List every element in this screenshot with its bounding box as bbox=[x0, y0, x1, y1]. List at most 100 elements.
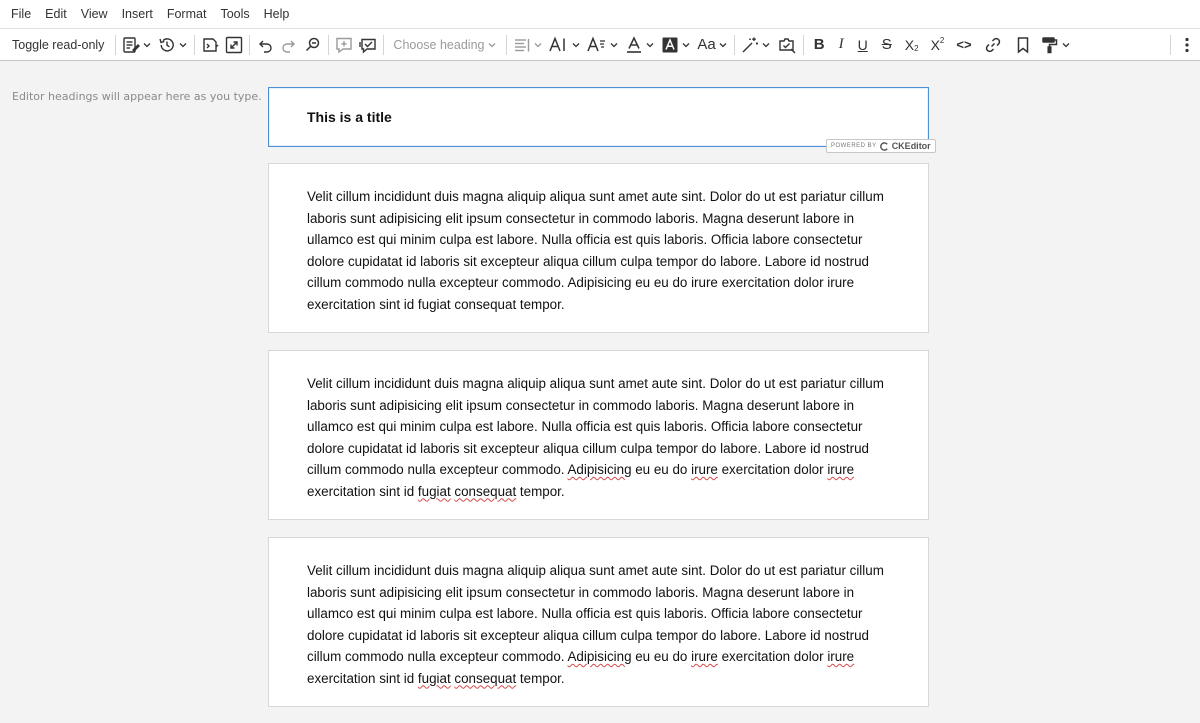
menu-help[interactable]: Help bbox=[257, 0, 297, 28]
editor-paragraph[interactable]: Velit cillum incididunt duis magna aliqu… bbox=[307, 373, 897, 502]
strikethrough-button[interactable]: S bbox=[875, 32, 899, 58]
history-icon bbox=[159, 37, 175, 52]
ai-assistant-button[interactable] bbox=[198, 32, 222, 58]
fullscreen-icon bbox=[226, 36, 243, 53]
editor-page[interactable]: Velit cillum incididunt duis magna aliqu… bbox=[268, 163, 929, 333]
fullscreen-button[interactable] bbox=[222, 32, 246, 58]
paragraph-text: tempor. bbox=[516, 670, 565, 686]
font-size-icon bbox=[549, 35, 566, 51]
text-case-button[interactable]: Aa bbox=[694, 32, 730, 58]
superscript-button[interactable]: X2 bbox=[925, 32, 951, 58]
heading-dropdown[interactable]: Choose heading bbox=[387, 32, 503, 58]
ai-commands-icon bbox=[203, 37, 219, 52]
chevron-down-icon bbox=[682, 42, 690, 47]
editor-title-block[interactable]: This is a title bbox=[268, 87, 929, 147]
menu-insert[interactable]: Insert bbox=[115, 0, 160, 28]
align-left-icon bbox=[515, 38, 530, 51]
subscript-button[interactable]: X2 bbox=[899, 32, 925, 58]
underline-button[interactable]: U bbox=[851, 32, 875, 58]
chevron-down-icon bbox=[719, 42, 727, 47]
font-size-button[interactable] bbox=[546, 32, 584, 58]
document-title[interactable]: This is a title bbox=[307, 109, 392, 125]
powered-by-badge[interactable]: POWERED BY CKEditor bbox=[826, 139, 936, 153]
undo-button[interactable] bbox=[253, 32, 277, 58]
menu-tools[interactable]: Tools bbox=[213, 0, 256, 28]
ai-magic-button[interactable] bbox=[738, 32, 774, 58]
toggle-readonly-button[interactable]: Toggle read-only bbox=[4, 32, 112, 58]
chevron-down-icon bbox=[610, 42, 618, 47]
spellcheck-word[interactable]: irure bbox=[691, 462, 718, 477]
bookmark-icon bbox=[1017, 36, 1028, 54]
superscript-icon: 2 bbox=[939, 36, 945, 45]
revision-history-button[interactable] bbox=[155, 32, 191, 58]
spellcheck-word[interactable]: Adipisicing bbox=[568, 462, 632, 477]
chevron-down-icon bbox=[762, 42, 770, 47]
spellcheck-word[interactable]: fugiat bbox=[418, 671, 451, 686]
format-painter-button[interactable] bbox=[1038, 32, 1074, 58]
code-label: <> bbox=[956, 37, 972, 52]
ckeditor-brand: CKEditor bbox=[891, 141, 931, 151]
subscript-label: X bbox=[904, 36, 915, 53]
paragraph-text: tempor. bbox=[516, 483, 565, 499]
spellcheck-word[interactable]: irure bbox=[691, 649, 718, 664]
document-outline-hint: Editor headings will appear here as you … bbox=[12, 90, 262, 103]
spellcheck-word[interactable]: Adipisicing bbox=[568, 649, 632, 664]
chevron-down-icon bbox=[534, 42, 542, 47]
heading-dropdown-label: Choose heading bbox=[393, 37, 485, 52]
bold-button[interactable]: B bbox=[807, 32, 832, 58]
subscript-icon: 2 bbox=[914, 44, 919, 53]
editor-paragraph[interactable]: Velit cillum incididunt duis magna aliqu… bbox=[307, 186, 897, 315]
spellcheck-word[interactable]: irure bbox=[827, 462, 854, 477]
font-family-button[interactable] bbox=[584, 32, 622, 58]
menu-edit[interactable]: Edit bbox=[38, 0, 74, 28]
toolbar-separator bbox=[115, 34, 117, 55]
spellcheck-word[interactable]: consequat bbox=[454, 484, 516, 499]
font-family-icon bbox=[587, 35, 606, 51]
menu-file[interactable]: File bbox=[4, 0, 38, 28]
toolbar-separator bbox=[733, 34, 735, 55]
redo-button[interactable] bbox=[277, 32, 301, 58]
underline-label: U bbox=[857, 36, 868, 53]
toolbar-separator bbox=[328, 34, 330, 55]
add-comment-icon bbox=[336, 37, 353, 53]
magic-wand-icon bbox=[742, 37, 758, 52]
find-replace-button[interactable] bbox=[301, 32, 325, 58]
chevron-down-icon bbox=[1062, 42, 1070, 47]
italic-button[interactable]: I bbox=[832, 32, 851, 58]
chevron-down-icon bbox=[572, 42, 580, 47]
proofread-button[interactable] bbox=[774, 32, 800, 58]
link-button[interactable] bbox=[978, 32, 1008, 58]
font-background-color-button[interactable] bbox=[658, 32, 694, 58]
more-tools-button[interactable] bbox=[1174, 32, 1200, 58]
editor-page[interactable]: Velit cillum incididunt duis magna aliqu… bbox=[268, 350, 929, 520]
code-button[interactable]: <> bbox=[950, 32, 977, 58]
menu-format[interactable]: Format bbox=[160, 0, 214, 28]
bookmark-button[interactable] bbox=[1008, 32, 1038, 58]
font-color-button[interactable] bbox=[622, 32, 658, 58]
toolbar-separator bbox=[506, 34, 508, 55]
toolbar-separator bbox=[1170, 34, 1171, 55]
proofread-icon bbox=[779, 37, 796, 53]
toolbar-separator bbox=[249, 34, 251, 55]
comments-check-icon bbox=[359, 38, 377, 54]
editor-page[interactable]: Velit cillum incididunt duis magna aliqu… bbox=[268, 537, 929, 707]
alignment-button[interactable] bbox=[510, 32, 546, 58]
spellcheck-word[interactable]: consequat bbox=[454, 671, 516, 686]
editor-paragraph[interactable]: Velit cillum incididunt duis magna aliqu… bbox=[307, 560, 897, 689]
track-changes-icon bbox=[123, 36, 141, 53]
menu-view[interactable]: View bbox=[74, 0, 115, 28]
toolbar: Toggle read-only Choose heading Aa B I U… bbox=[0, 28, 1200, 61]
paragraph-text: eu eu do bbox=[631, 462, 692, 477]
link-icon bbox=[985, 37, 1000, 52]
chevron-down-icon bbox=[143, 42, 151, 47]
spellcheck-word[interactable]: fugiat bbox=[418, 484, 451, 499]
paragraph-text: eu eu do bbox=[631, 649, 692, 664]
paragraph-text: exercitation sint id bbox=[307, 670, 418, 686]
chevron-down-icon bbox=[646, 42, 654, 47]
comments-archive-button[interactable] bbox=[356, 32, 380, 58]
chevron-down-icon bbox=[179, 42, 187, 47]
insert-comment-button[interactable] bbox=[332, 32, 356, 58]
spellcheck-word[interactable]: irure bbox=[827, 649, 854, 664]
italic-label: I bbox=[838, 36, 844, 52]
track-changes-button[interactable] bbox=[119, 32, 155, 58]
